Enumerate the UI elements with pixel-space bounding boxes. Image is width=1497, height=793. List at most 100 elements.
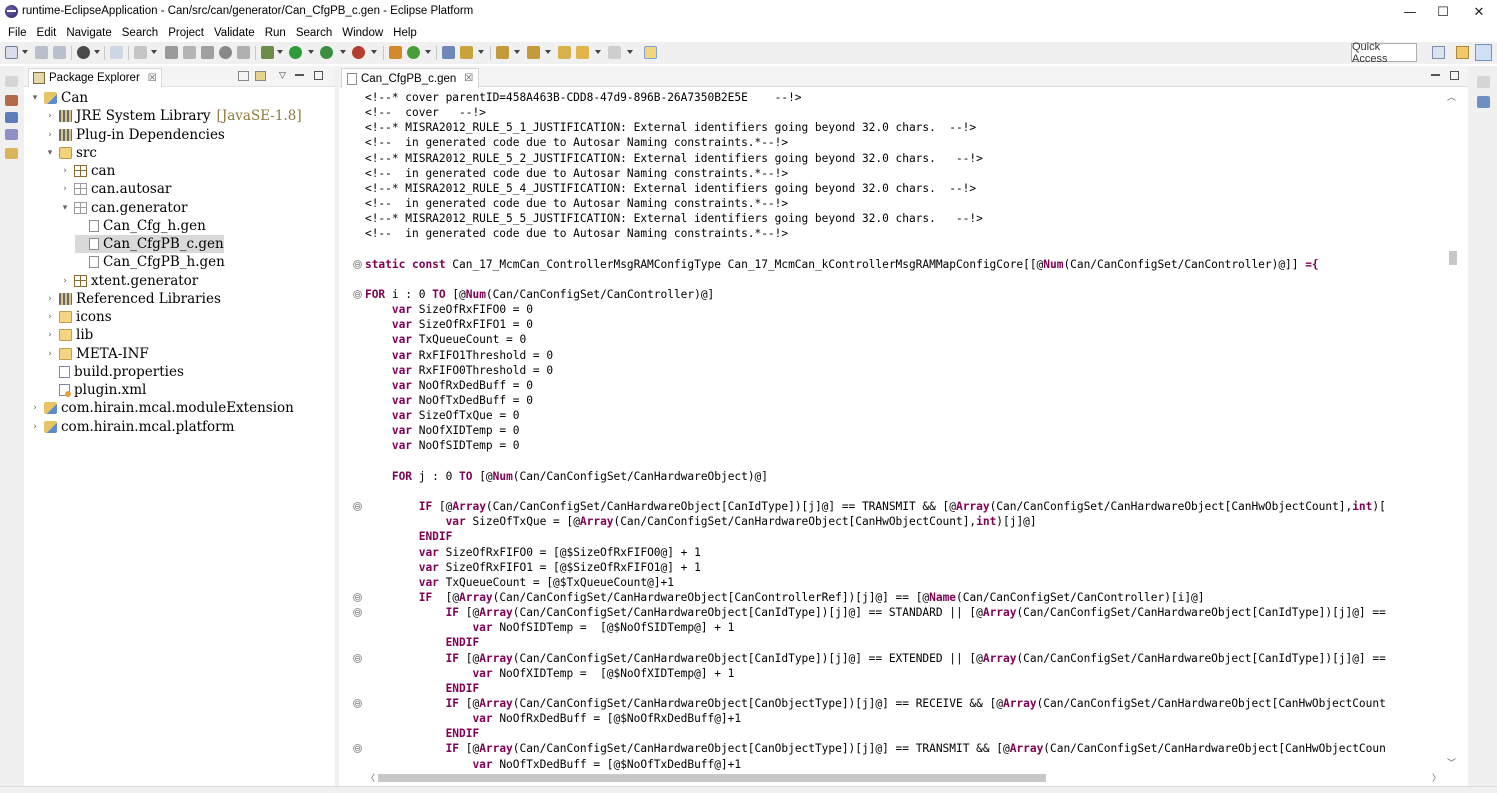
tree-item[interactable]: plugin.xml xyxy=(45,381,146,399)
new-class-dropdown-icon[interactable] xyxy=(425,50,431,54)
view-menu-icon[interactable]: ▽ xyxy=(279,70,286,81)
expand-toggle-icon[interactable]: ▾ xyxy=(60,203,70,213)
close-window-button[interactable]: ✕ xyxy=(1461,0,1497,24)
scroll-up-icon[interactable]: ︿ xyxy=(1447,90,1456,103)
expand-toggle-icon[interactable]: › xyxy=(60,166,70,176)
tree-item[interactable]: › icons xyxy=(45,308,111,326)
last-edit-icon[interactable] xyxy=(558,46,571,59)
fold-toggle-icon[interactable]: ⊖ xyxy=(353,744,362,754)
tree-item[interactable]: › can xyxy=(60,162,115,180)
save-icon[interactable] xyxy=(35,46,48,59)
forward-icon[interactable] xyxy=(608,46,621,59)
expand-toggle-icon[interactable]: › xyxy=(60,184,70,194)
minimize-editor-icon[interactable] xyxy=(1431,74,1440,76)
open-type-dropdown-icon[interactable] xyxy=(151,50,157,54)
save-all-icon[interactable] xyxy=(53,46,66,59)
close-tab-icon[interactable]: ☒ xyxy=(464,73,473,84)
maximize-button[interactable]: ☐ xyxy=(1425,0,1461,24)
pin-editor-icon[interactable] xyxy=(644,46,657,59)
tree-item[interactable]: › Referenced Libraries xyxy=(45,290,221,308)
tree-item[interactable]: › JRE System Library [JavaSE-1.8] xyxy=(45,107,301,125)
tree-item[interactable]: Can_Cfg_h.gen xyxy=(75,217,206,235)
tab-package-explorer[interactable]: Package Explorer ☒ xyxy=(28,68,162,87)
expand-toggle-icon[interactable]: › xyxy=(30,422,40,432)
menu-edit[interactable]: Edit xyxy=(32,27,62,39)
expand-toggle-icon[interactable]: › xyxy=(45,330,55,340)
tree-item[interactable]: › can.autosar xyxy=(60,180,171,198)
expand-toggle-icon[interactable]: › xyxy=(45,312,55,322)
next-annotation-icon[interactable] xyxy=(496,46,509,59)
restore-right-icon[interactable] xyxy=(1477,76,1490,88)
back-icon[interactable] xyxy=(576,46,589,59)
minimize-view-icon[interactable] xyxy=(295,74,304,76)
type-hierarchy-icon[interactable] xyxy=(5,95,18,106)
fold-toggle-icon[interactable]: ⊖ xyxy=(353,502,362,512)
java-perspective-icon[interactable] xyxy=(1456,46,1469,59)
fold-toggle-icon[interactable]: ⊖ xyxy=(353,289,362,299)
code-text-area[interactable]: <!--* cover parentID=458A463B-CDD8-47d9-… xyxy=(365,90,1445,770)
tree-item[interactable]: Can_CfgPB_c.gen xyxy=(75,235,224,253)
fold-toggle-icon[interactable]: ⊖ xyxy=(353,699,362,708)
run-dropdown-icon[interactable] xyxy=(308,50,314,54)
minimize-button[interactable]: — xyxy=(1392,0,1428,24)
debug-dropdown-icon[interactable] xyxy=(277,50,283,54)
scroll-left-icon[interactable]: 〈 xyxy=(366,771,375,784)
skip-breakpoints-icon[interactable] xyxy=(110,46,123,59)
step-icon[interactable] xyxy=(219,46,232,59)
expand-toggle-icon[interactable]: › xyxy=(45,349,55,359)
previous-annotation-dropdown-icon[interactable] xyxy=(545,50,551,54)
outline-view-icon[interactable] xyxy=(1477,96,1490,108)
vertical-scroll-thumb[interactable] xyxy=(1449,251,1457,265)
forward-dropdown-icon[interactable] xyxy=(627,50,633,54)
vertical-scrollbar[interactable]: ︿ ﹀ xyxy=(1444,88,1461,770)
link-with-editor-icon[interactable] xyxy=(255,71,266,81)
coverage-icon[interactable] xyxy=(320,46,333,59)
fold-toggle-icon[interactable]: ⊖ xyxy=(353,259,362,269)
menu-file[interactable]: File xyxy=(3,27,32,39)
maximize-view-icon[interactable] xyxy=(314,71,323,80)
tree-item[interactable]: build.properties xyxy=(45,363,184,381)
tree-item[interactable]: › lib xyxy=(45,326,93,344)
tree-item[interactable]: ▾ can.generator xyxy=(60,199,188,217)
open-task-icon[interactable] xyxy=(442,46,455,59)
horizontal-scrollbar[interactable]: 〈 〉 xyxy=(364,771,1444,785)
tree-item[interactable]: › com.hirain.mcal.moduleExtension xyxy=(30,399,294,417)
expand-toggle-icon[interactable]: › xyxy=(45,294,55,304)
tab-can-cfgpb-c-gen[interactable]: Can_CfgPB_c.gen ☒ xyxy=(341,68,480,88)
horizontal-scroll-thumb[interactable] xyxy=(378,774,1046,782)
open-type-icon[interactable] xyxy=(134,46,147,59)
collapse-all-icon[interactable] xyxy=(238,71,249,81)
coverage-dropdown-icon[interactable] xyxy=(340,50,346,54)
new-dropdown-icon[interactable] xyxy=(22,50,28,54)
menu-run[interactable]: Run xyxy=(260,27,291,39)
new-icon[interactable] xyxy=(5,46,18,59)
step-over-icon[interactable] xyxy=(237,46,250,59)
expand-toggle-icon[interactable]: › xyxy=(45,130,55,140)
plugin-perspective-icon[interactable] xyxy=(1475,44,1492,61)
expand-toggle-icon[interactable]: ▾ xyxy=(45,148,55,158)
tree-item[interactable]: › xtent.generator xyxy=(60,272,198,290)
external-tools-dropdown-icon[interactable] xyxy=(371,50,377,54)
search-dropdown-icon[interactable] xyxy=(478,50,484,54)
search-icon[interactable] xyxy=(460,46,473,59)
run-icon[interactable] xyxy=(289,46,302,59)
close-icon[interactable]: ☒ xyxy=(148,73,157,84)
fold-toggle-icon[interactable]: ⊖ xyxy=(353,608,362,618)
menu-search-2[interactable]: Search xyxy=(291,27,337,39)
quick-access-input[interactable]: Quick Access xyxy=(1351,41,1417,65)
problems-icon[interactable] xyxy=(5,129,18,140)
previous-annotation-icon[interactable] xyxy=(527,46,540,59)
menu-validate[interactable]: Validate xyxy=(209,27,260,39)
menu-search[interactable]: Search xyxy=(117,27,163,39)
menu-project[interactable]: Project xyxy=(163,27,209,39)
terminate-icon[interactable] xyxy=(183,46,196,59)
back-dropdown-icon[interactable] xyxy=(595,50,601,54)
expand-toggle-icon[interactable]: › xyxy=(30,403,40,413)
new-package-icon[interactable] xyxy=(389,46,402,59)
outline-icon[interactable] xyxy=(5,112,18,123)
menu-window[interactable]: Window xyxy=(337,27,388,39)
tree-item[interactable]: › com.hirain.mcal.platform xyxy=(30,418,234,436)
menu-help[interactable]: Help xyxy=(388,27,422,39)
scroll-down-icon[interactable]: ﹀ xyxy=(1447,756,1456,769)
debug-settings-icon[interactable] xyxy=(77,46,90,59)
